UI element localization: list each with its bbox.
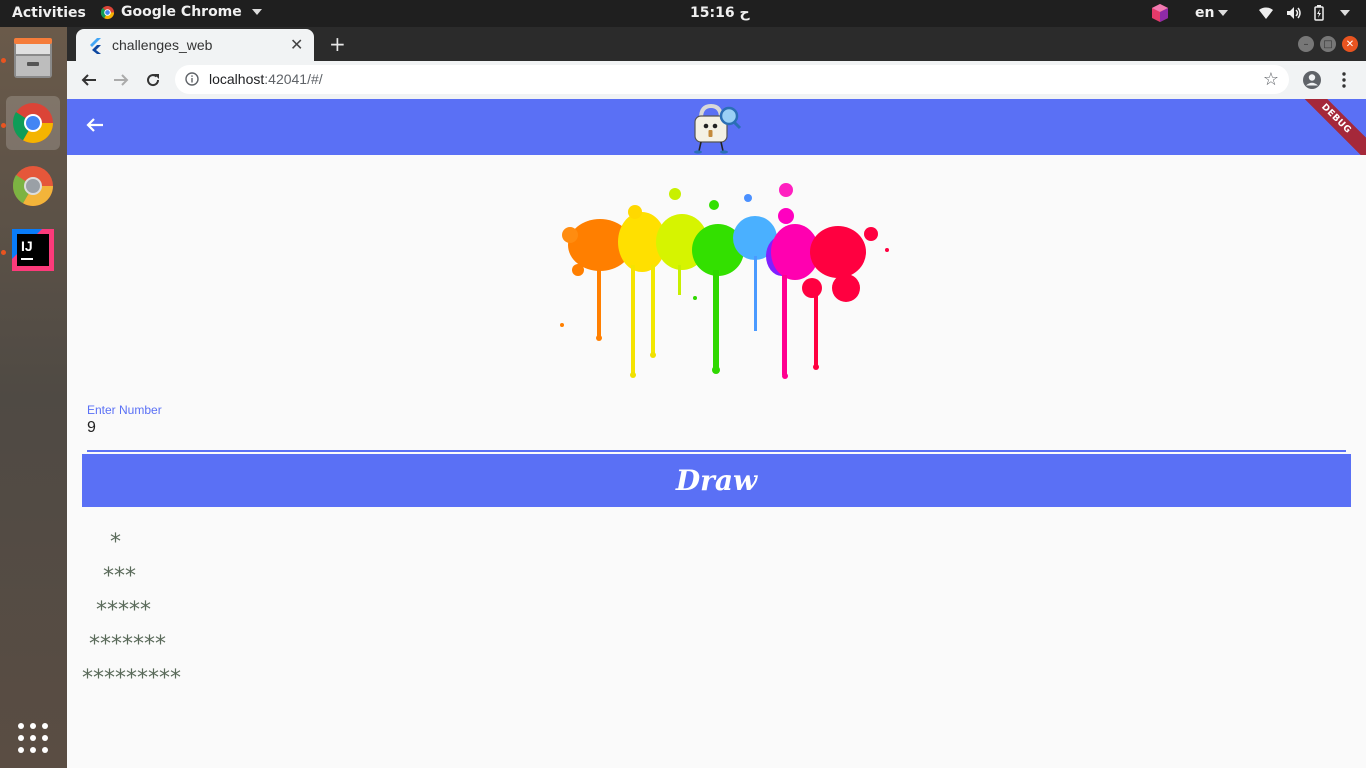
- dock: IJ: [0, 27, 67, 768]
- wifi-icon: [1259, 7, 1273, 19]
- clock[interactable]: 15:16 ح: [690, 5, 750, 21]
- profile-button[interactable]: [1302, 70, 1322, 90]
- running-indicator: [1, 250, 6, 255]
- running-indicator: [1, 123, 6, 128]
- language-indicator[interactable]: en: [1195, 5, 1229, 21]
- browser-tab[interactable]: challenges_web ✕: [76, 29, 314, 61]
- tab-title: challenges_web: [112, 37, 213, 53]
- star-pattern: * *** ***** ******* *********: [82, 526, 181, 696]
- cube-icon[interactable]: [1150, 3, 1170, 27]
- chrome-icon: [12, 103, 53, 143]
- files-icon: [14, 38, 52, 78]
- maximize-button[interactable]: □: [1320, 36, 1336, 52]
- info-icon[interactable]: [185, 72, 199, 86]
- chrome-small-icon: [100, 5, 115, 19]
- back-arrow-icon: [81, 74, 96, 86]
- debug-banner: DEBUG: [1287, 99, 1366, 155]
- pattern-row: *********: [82, 666, 181, 691]
- svg-text:IJ: IJ: [21, 238, 33, 254]
- draw-button[interactable]: Draw: [82, 454, 1351, 507]
- app-bar: DEBUG: [67, 99, 1366, 155]
- app-back-button[interactable]: [85, 115, 105, 139]
- dock-show-apps[interactable]: [6, 711, 60, 765]
- volume-icon: [1287, 7, 1301, 19]
- system-top-bar: Activities Google Chrome 15:16 ح en: [0, 0, 1366, 27]
- dock-chrome[interactable]: [6, 96, 60, 150]
- chevron-down-icon: [1218, 10, 1229, 16]
- back-button[interactable]: [79, 70, 99, 90]
- app-menu[interactable]: Google Chrome: [100, 4, 262, 20]
- dock-intellij[interactable]: IJ: [6, 223, 60, 277]
- running-indicator: [1, 58, 6, 63]
- reload-icon: [147, 74, 160, 87]
- app-grid-icon: [18, 723, 48, 753]
- minimize-button[interactable]: –: [1298, 36, 1314, 52]
- new-tab-button[interactable]: +: [329, 32, 346, 56]
- window-controls: – □ ✕: [1298, 36, 1358, 52]
- tab-strip: challenges_web ✕ + – □ ✕: [67, 27, 1366, 61]
- more-vert-icon: [1342, 72, 1346, 88]
- lock-mascot-icon: [694, 103, 742, 154]
- pattern-row: *****: [82, 598, 151, 623]
- chevron-down-icon: [251, 9, 262, 15]
- system-tray[interactable]: [1258, 5, 1350, 21]
- address-bar[interactable]: localhost:42041/#/ ☆: [175, 65, 1289, 94]
- forward-arrow-icon: [114, 74, 129, 86]
- url-text: localhost:42041/#/: [209, 71, 323, 87]
- bookmark-star-icon[interactable]: ☆: [1263, 69, 1279, 90]
- number-input-label: Enter Number: [87, 403, 162, 417]
- app-menu-label: Google Chrome: [121, 4, 242, 20]
- chrome-dev-icon: [12, 166, 53, 206]
- pattern-row: ***: [82, 564, 136, 589]
- paint-splash-image: [550, 180, 895, 384]
- language-label: en: [1195, 5, 1215, 21]
- intellij-icon: IJ: [12, 229, 54, 271]
- menu-button[interactable]: [1334, 70, 1354, 90]
- close-window-button[interactable]: ✕: [1342, 36, 1358, 52]
- url-path: :42041/#/: [264, 71, 323, 87]
- flutter-icon: [90, 38, 101, 54]
- app-logo: [687, 100, 743, 155]
- pattern-row: *: [82, 530, 121, 555]
- reload-button[interactable]: [143, 70, 163, 90]
- battery-icon: [1314, 5, 1324, 21]
- chevron-down-icon: [1340, 10, 1350, 16]
- arrow-back-icon: [86, 118, 103, 132]
- number-input-value[interactable]: 9: [87, 419, 96, 437]
- url-host: localhost: [209, 71, 265, 87]
- forward-button[interactable]: [111, 70, 131, 90]
- dock-chrome-dev[interactable]: [6, 159, 60, 213]
- account-icon: [1303, 71, 1321, 89]
- dock-files[interactable]: [6, 31, 60, 85]
- close-tab-icon[interactable]: ✕: [290, 35, 303, 54]
- activities-button[interactable]: Activities: [12, 5, 86, 21]
- number-input[interactable]: Enter Number 9: [87, 401, 1346, 452]
- pattern-row: *******: [82, 632, 166, 657]
- browser-toolbar: localhost:42041/#/ ☆: [67, 61, 1366, 100]
